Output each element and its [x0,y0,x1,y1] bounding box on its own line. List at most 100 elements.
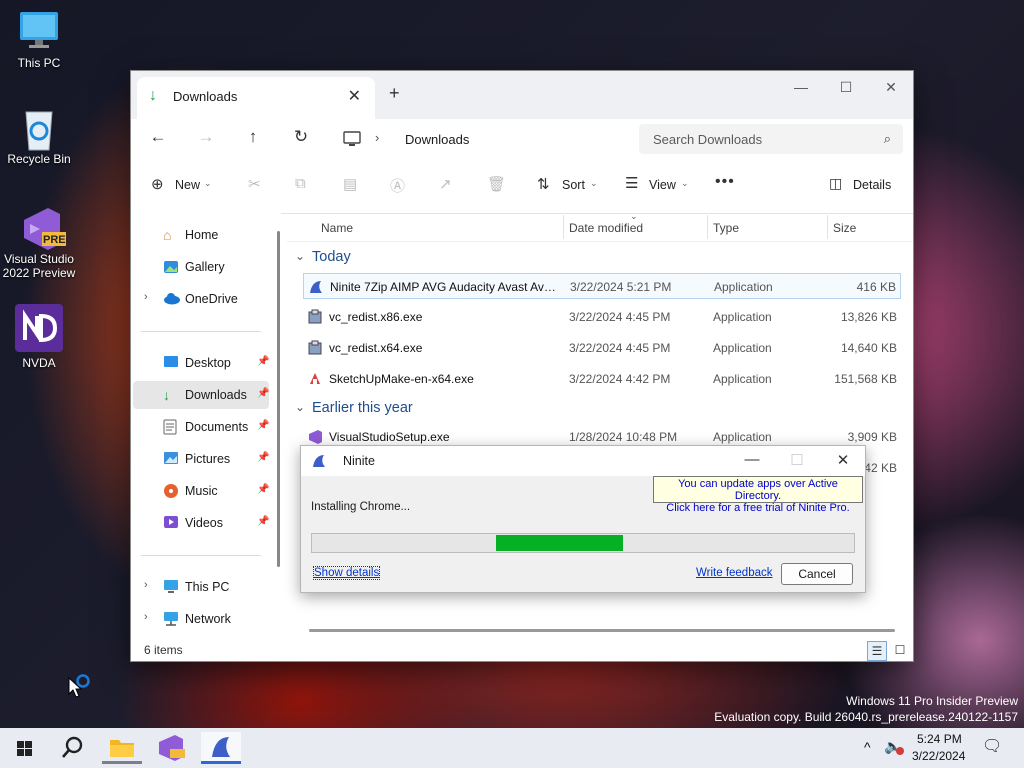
maximize-button[interactable]: ☐ [782,451,812,469]
sidebar-scrollbar[interactable] [277,231,280,567]
pin-icon[interactable]: 📌 [257,484,269,495]
sidebar-item-home[interactable]: ⌂ Home [133,221,269,249]
sidebar-item-music[interactable]: Music 📌 [133,477,269,505]
refresh-button[interactable]: ↻ [286,127,316,147]
column-header-size[interactable]: Size [833,221,856,235]
pin-icon[interactable]: 📌 [257,516,269,527]
close-button[interactable]: ✕ [871,79,911,96]
details-button[interactable]: Details [853,178,891,192]
sidebar-item-downloads[interactable]: ↓ Downloads 📌 [133,381,269,409]
pin-icon[interactable]: 📌 [257,356,269,367]
sidebar-item-this-pc[interactable]: › This PC [133,573,269,601]
file-row[interactable]: Ninite 7Zip AIMP AVG Audacity Avast Avir… [303,273,901,299]
details-view-icon[interactable]: ☰ [867,641,887,661]
file-name: vc_redist.x86.exe [329,310,423,324]
more-options-icon[interactable]: ••• [715,173,735,191]
breadcrumb-downloads[interactable]: Downloads [405,132,469,147]
share-icon[interactable]: ↗ [439,175,452,193]
cancel-button[interactable]: Cancel [781,563,853,585]
new-button[interactable]: New [175,178,200,192]
taskbar-visual-studio[interactable] [151,732,191,764]
search-input[interactable]: Search Downloads ⌕ [639,124,903,154]
show-details-link[interactable]: Show details [312,566,381,580]
minimize-button[interactable]: — [737,451,767,468]
close-tab-icon[interactable]: ✕ [348,86,361,106]
file-type: Application [713,310,772,324]
chevron-down-icon: ⌄ [681,178,689,188]
sidebar-item-onedrive[interactable]: › OneDrive [133,285,269,313]
forward-button[interactable]: → [191,127,221,147]
chevron-right-icon[interactable]: › [144,579,148,591]
cut-icon[interactable]: ✂ [248,175,261,193]
ninite-pro-promo[interactable]: You can update apps over Active Director… [653,476,863,514]
pin-icon[interactable]: 📌 [257,388,269,399]
sidebar-item-gallery[interactable]: Gallery [133,253,269,281]
horizontal-scrollbar[interactable] [309,629,895,632]
sidebar-item-pictures[interactable]: Pictures 📌 [133,445,269,473]
taskbar-file-explorer[interactable] [102,732,142,764]
file-row[interactable]: SketchUpMake-en-x64.exe 3/22/2024 4:42 P… [303,366,901,392]
tab-downloads[interactable]: ↓ Downloads ✕ [137,77,375,119]
up-button[interactable]: ↑ [238,127,268,147]
desktop-icon-nvda[interactable]: NVDA [1,304,77,370]
file-row[interactable]: vc_redist.x86.exe 3/22/2024 4:45 PM Appl… [303,304,901,330]
evaluation-watermark-line1: Windows 11 Pro Insider Preview [846,694,1018,708]
show-hidden-icons-chevron-icon[interactable]: ^ [864,739,871,755]
desktop-icon-recycle-bin[interactable]: Recycle Bin [1,106,77,166]
sidebar-item-network[interactable]: › Network [133,605,269,633]
sidebar-item-desktop[interactable]: Desktop 📌 [133,349,269,377]
notifications-icon[interactable]: 🗨 [982,736,1002,756]
back-button[interactable]: ← [143,127,173,147]
new-tab-button[interactable]: + [389,83,400,104]
evaluation-watermark-line2: Evaluation copy. Build 26040.rs_prerelea… [714,710,1018,724]
column-header-date[interactable]: Date modified [569,221,643,235]
file-row[interactable]: vc_redist.x64.exe 3/22/2024 4:45 PM Appl… [303,335,901,361]
sidebar-item-label: Videos [185,516,223,530]
breadcrumb[interactable]: › Downloads [335,124,625,154]
sidebar-item-documents[interactable]: Documents 📌 [133,413,269,441]
chevron-right-icon[interactable]: › [144,611,148,623]
desktop-icon-visual-studio[interactable]: PRE Visual Studio 2022 Preview [1,206,77,280]
clock-time[interactable]: 5:24 PM [917,732,962,746]
maximize-button[interactable]: ☐ [826,79,866,96]
clock-date[interactable]: 3/22/2024 [912,749,965,763]
start-button[interactable] [4,732,44,764]
navigation-pane: ⌂ Home Gallery › OneDrive Desktop 📌 ↓ Do… [131,213,281,639]
monitor-icon [163,579,179,595]
close-button[interactable]: ✕ [828,451,858,469]
collapse-group-icon[interactable]: ⌄ [295,400,305,414]
pre-badge: PRE [43,234,66,246]
desktop-icon-this-pc[interactable]: This PC [1,10,77,70]
file-date: 3/22/2024 4:45 PM [569,310,671,324]
sidebar-item-videos[interactable]: Videos 📌 [133,509,269,537]
column-separator[interactable] [707,215,708,239]
visual-studio-icon [307,429,323,445]
desktop-icon-label: This PC [17,56,61,70]
view-button[interactable]: View [649,178,676,192]
column-separator[interactable] [827,215,828,239]
sort-button[interactable]: Sort [562,178,585,192]
minimize-button[interactable]: — [781,79,821,95]
write-feedback-link[interactable]: Write feedback [696,567,773,579]
group-header-earlier[interactable]: Earlier this year [312,400,413,416]
visual-studio-icon [159,735,185,761]
promo-line: Click here for a free trial of Ninite Pr… [666,502,850,514]
chevron-right-icon[interactable]: › [144,291,148,303]
column-header-name[interactable]: Name [321,221,353,235]
ninite-app-icon [212,737,230,757]
pin-icon[interactable]: 📌 [257,452,269,463]
search-button[interactable] [52,732,92,764]
pin-icon[interactable]: 📌 [257,420,269,431]
file-size: 416 KB [856,280,896,294]
column-header-type[interactable]: Type [713,221,739,235]
tiles-view-icon[interactable]: ☐ [891,641,909,659]
group-header-today[interactable]: Today [312,249,351,265]
paste-icon[interactable]: ▤ [343,175,357,193]
collapse-group-icon[interactable]: ⌄ [295,249,305,263]
column-separator[interactable] [563,215,564,239]
delete-icon[interactable]: 🗑 [487,175,506,193]
taskbar: ^ 🔈 5:24 PM 3/22/2024 🗨 [0,728,1024,768]
rename-icon[interactable]: Ⓐ [390,175,405,196]
copy-icon[interactable]: ⧉ [295,175,306,192]
taskbar-ninite[interactable] [201,732,241,764]
